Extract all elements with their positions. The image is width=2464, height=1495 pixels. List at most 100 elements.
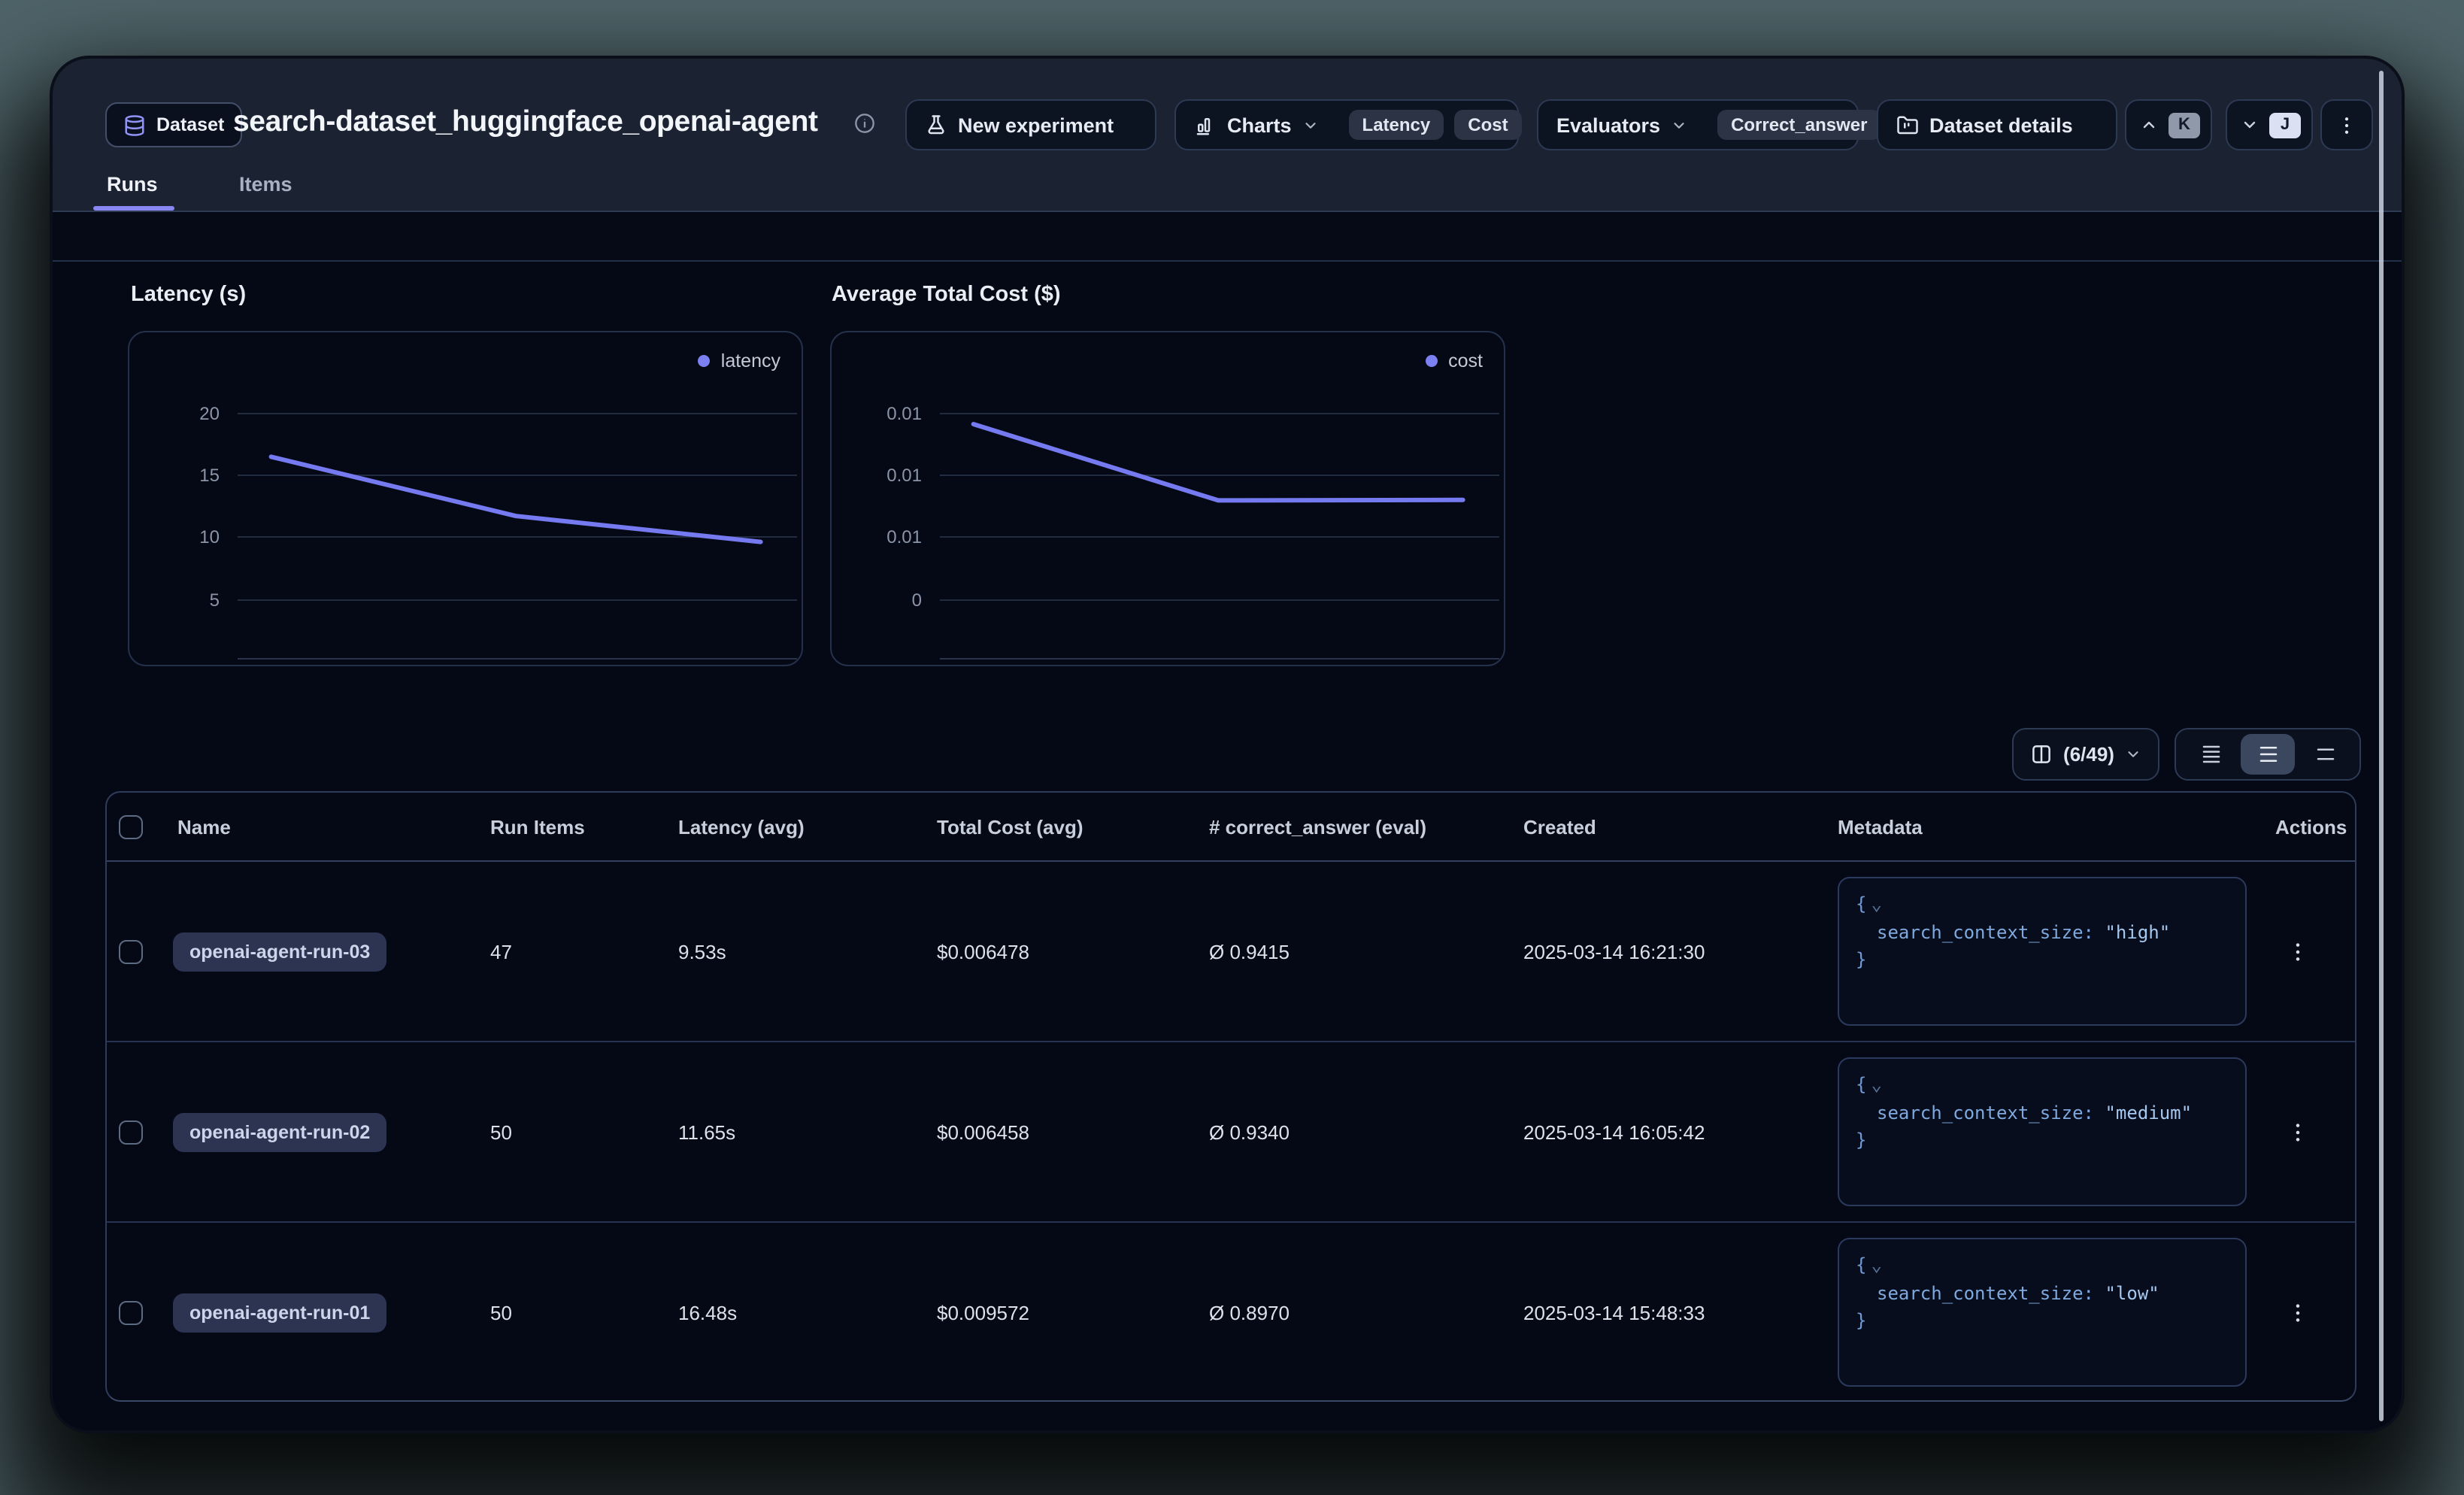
active-tab-underline xyxy=(93,206,174,211)
metadata-collapse-chevron-icon[interactable]: ⌄ xyxy=(1871,893,1881,914)
metadata-box: {⌄ search_context_size: "low" } xyxy=(1838,1238,2247,1387)
row-actions-kebab-icon[interactable] xyxy=(2286,1300,2310,1324)
col-header-correct-answer: # correct_answer (eval) xyxy=(1209,815,1426,838)
metadata-box: {⌄ search_context_size: "medium" } xyxy=(1838,1057,2247,1206)
row-height-tall-button[interactable] xyxy=(2298,734,2352,775)
svg-text:0: 0 xyxy=(912,590,922,611)
chevron-down-icon xyxy=(2125,746,2141,763)
row-checkbox[interactable] xyxy=(119,1120,143,1144)
col-header-created: Created xyxy=(1523,815,1596,838)
svg-text:15: 15 xyxy=(199,465,220,486)
legend-dot xyxy=(699,355,711,367)
run-items-cell: 50 xyxy=(490,1120,512,1143)
tab-items[interactable]: Items xyxy=(239,173,292,196)
kebab-icon xyxy=(2335,114,2358,136)
col-header-total-cost: Total Cost (avg) xyxy=(937,815,1083,838)
run-name-badge[interactable]: openai-agent-run-02 xyxy=(173,1112,386,1151)
row-actions-kebab-icon[interactable] xyxy=(2286,1120,2310,1144)
new-experiment-button[interactable]: New experiment xyxy=(905,99,1156,150)
created-cell: 2025-03-14 15:48:33 xyxy=(1523,1301,1705,1324)
cost-chart-card: 0.010.010.010 cost xyxy=(830,331,1505,666)
table-row: openai-agent-run-02 50 11.65s $0.006458 … xyxy=(107,1041,2355,1221)
shortcut-badge-k: K xyxy=(2169,112,2200,138)
dataset-details-label: Dataset details xyxy=(1929,114,2073,136)
metadata-key: search_context_size: xyxy=(1877,1282,2094,1303)
metadata-open-brace: { xyxy=(1856,1074,1866,1095)
legend-label: cost xyxy=(1448,350,1483,371)
evaluator-chip-correct-answer[interactable]: Correct_answer xyxy=(1717,110,1881,140)
legend-label: latency xyxy=(721,350,780,371)
tab-runs[interactable]: Runs xyxy=(107,173,158,196)
run-items-cell: 50 xyxy=(490,1301,512,1324)
row-checkbox[interactable] xyxy=(119,939,143,963)
col-header-metadata: Metadata xyxy=(1838,815,1923,838)
flask-icon xyxy=(925,114,947,136)
chart-chip-cost[interactable]: Cost xyxy=(1454,110,1521,140)
col-header-name: Name xyxy=(177,815,231,838)
col-header-run-items: Run Items xyxy=(490,815,585,838)
cost-chart: 0.010.010.010 xyxy=(832,332,1507,668)
chevron-down-icon xyxy=(1302,117,1319,133)
bar-chart-icon xyxy=(1194,114,1217,136)
row-height-medium-button[interactable] xyxy=(2241,734,2295,775)
vertical-scrollbar[interactable] xyxy=(2379,71,2383,1421)
created-cell: 2025-03-14 16:21:30 xyxy=(1523,940,1705,963)
evaluators-dropdown[interactable]: Evaluators Correct_answer xyxy=(1537,99,1859,150)
select-all-checkbox[interactable] xyxy=(119,814,143,838)
table-header-row: Name Run Items Latency (avg) Total Cost … xyxy=(107,793,2355,862)
created-cell: 2025-03-14 16:05:42 xyxy=(1523,1120,1705,1143)
latency-chart-card: 2015105 latency xyxy=(128,331,803,666)
column-selector-button[interactable]: (6/49) xyxy=(2012,728,2159,781)
metadata-value: "medium" xyxy=(2105,1102,2192,1123)
metadata-collapse-chevron-icon[interactable]: ⌄ xyxy=(1871,1254,1881,1275)
row-height-compact-button[interactable] xyxy=(2184,734,2238,775)
shortcut-badge-j: J xyxy=(2269,112,2301,138)
chart-chip-latency[interactable]: Latency xyxy=(1349,110,1444,140)
metadata-open-brace: { xyxy=(1856,893,1866,914)
dataset-badge-label: Dataset xyxy=(156,114,224,135)
metadata-collapse-chevron-icon[interactable]: ⌄ xyxy=(1871,1074,1881,1095)
folder-icon xyxy=(1896,114,1919,136)
correct-answer-cell: Ø 0.9340 xyxy=(1209,1120,1290,1143)
col-header-latency: Latency (avg) xyxy=(678,815,805,838)
metadata-value: "low" xyxy=(2105,1282,2159,1303)
sub-header-strip xyxy=(53,214,2402,262)
new-experiment-label: New experiment xyxy=(958,114,1114,136)
info-icon[interactable] xyxy=(854,113,875,134)
row-height-toggle xyxy=(2175,728,2361,781)
table-row: openai-agent-run-01 50 16.48s $0.009572 … xyxy=(107,1221,2355,1402)
charts-label: Charts xyxy=(1227,114,1292,136)
chevron-up-icon xyxy=(2140,116,2158,134)
total-cost-cell: $0.006478 xyxy=(937,940,1029,963)
total-cost-cell: $0.006458 xyxy=(937,1120,1029,1143)
dataset-details-button[interactable]: Dataset details xyxy=(1877,99,2117,150)
metadata-close-brace: } xyxy=(1856,1130,1866,1151)
latency-cell: 16.48s xyxy=(678,1301,737,1324)
stage: Dataset search-dataset_huggingface_opena… xyxy=(0,0,2464,1495)
overflow-menu-button[interactable] xyxy=(2320,99,2373,150)
run-name-badge[interactable]: openai-agent-run-03 xyxy=(173,932,386,971)
columns-icon xyxy=(2030,743,2053,766)
metadata-close-brace: } xyxy=(1856,949,1866,970)
database-icon xyxy=(123,114,146,136)
latency-chart: 2015105 xyxy=(129,332,805,668)
latency-legend: latency xyxy=(699,350,780,371)
header-bar: Dataset search-dataset_huggingface_opena… xyxy=(53,59,2402,212)
metadata-box: {⌄ search_context_size: "high" } xyxy=(1838,877,2247,1026)
svg-text:0.01: 0.01 xyxy=(886,404,922,424)
row-checkbox[interactable] xyxy=(119,1300,143,1324)
charts-dropdown[interactable]: Charts Latency Cost xyxy=(1174,99,1519,150)
legend-dot xyxy=(1426,355,1438,367)
run-name-badge[interactable]: openai-agent-run-01 xyxy=(173,1293,386,1332)
row-actions-kebab-icon[interactable] xyxy=(2286,939,2310,963)
cost-chart-title: Average Total Cost ($) xyxy=(832,283,1061,307)
svg-text:0.01: 0.01 xyxy=(886,465,922,486)
column-count-label: (6/49) xyxy=(2063,743,2114,766)
correct-answer-cell: Ø 0.9415 xyxy=(1209,940,1290,963)
next-run-button[interactable]: J xyxy=(2226,99,2313,150)
chevron-down-icon xyxy=(1671,117,1687,133)
correct-answer-cell: Ø 0.8970 xyxy=(1209,1301,1290,1324)
page-title: search-dataset_huggingface_openai-agent xyxy=(233,105,818,140)
prev-run-button[interactable]: K xyxy=(2125,99,2212,150)
table-row: openai-agent-run-03 47 9.53s $0.006478 Ø… xyxy=(107,862,2355,1041)
